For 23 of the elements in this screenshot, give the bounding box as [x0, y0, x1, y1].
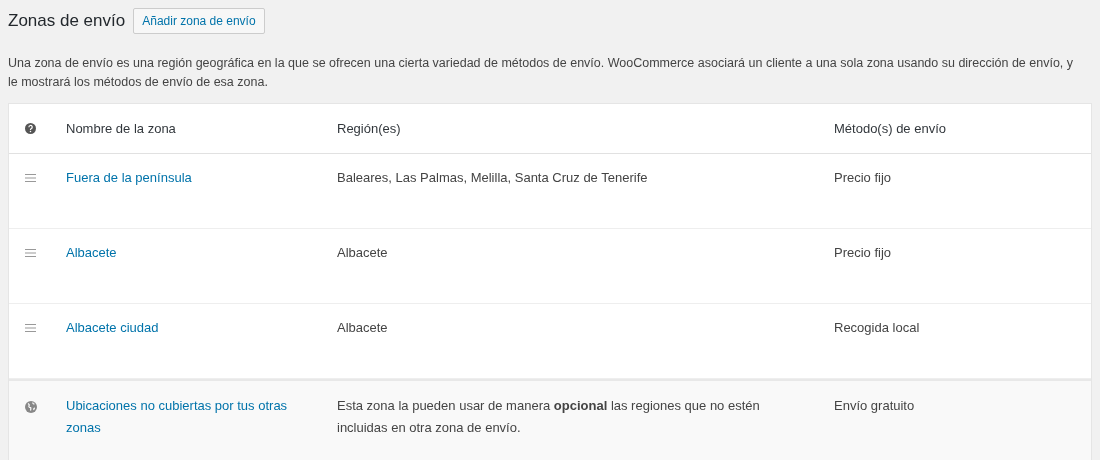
zone-regions: Esta zona la pueden usar de manera opcional las regiones que no estén incluidas en otra zona de envío.	[337, 398, 760, 435]
shipping-methods: Recogida local	[834, 320, 920, 335]
column-header: Región(es)	[337, 120, 401, 136]
drag-handle-icon[interactable]	[25, 249, 36, 257]
shipping-methods: Precio fijo	[834, 170, 892, 185]
zone-name-link[interactable]: Ubicaciones no cubiertas por tus otras zonas	[66, 395, 302, 439]
description: Una zona de envío es una región geográfica en la que se ofrecen una cierta variedad de métodos de envío. WooCommerce asociará un cliente a una sola zona usando su dirección de envío, y le mostrará los métodos de envío de esa zona.	[8, 55, 1075, 91]
add-zone-button[interactable]: Añadir zona de envío	[133, 8, 265, 34]
shipping-methods: Envío gratuito	[834, 398, 915, 413]
column-header: Nombre de la zona	[66, 120, 176, 136]
globe-icon	[25, 401, 37, 413]
zone-name-link[interactable]: Fuera de la península	[66, 167, 302, 189]
help-icon[interactable]	[25, 123, 36, 134]
page-title: Zonas de envío	[8, 10, 126, 33]
column-header: Método(s) de envío	[834, 120, 946, 136]
drag-handle-icon[interactable]	[25, 324, 36, 332]
zone-name-link[interactable]: Albacete ciudad	[66, 317, 302, 339]
zone-regions: Albacete	[337, 245, 388, 260]
zone-regions: Baleares, Las Palmas, Melilla, Santa Cruz de Tenerife	[337, 170, 648, 185]
shipping-methods: Precio fijo	[834, 245, 892, 260]
drag-handle-icon[interactable]	[25, 174, 36, 182]
zone-regions: Albacete	[337, 320, 388, 335]
zone-name-link[interactable]: Albacete	[66, 242, 302, 264]
